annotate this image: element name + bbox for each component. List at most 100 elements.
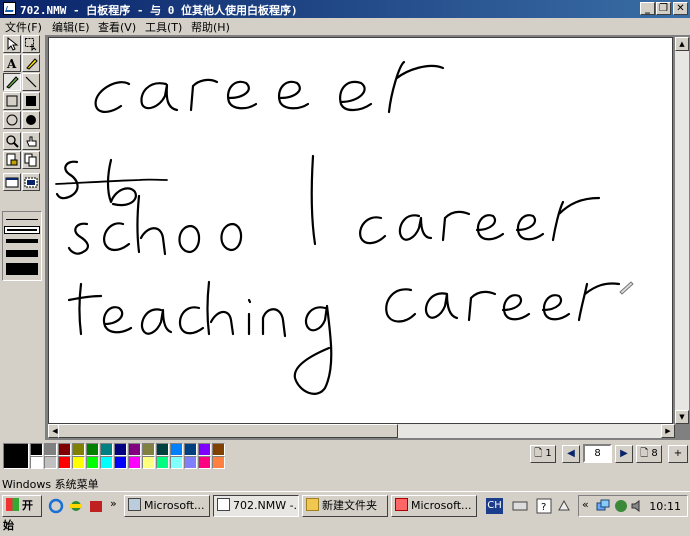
select-arrow-tool[interactable] [3, 35, 21, 53]
highlighter-tool[interactable] [22, 54, 40, 72]
security-icon[interactable] [613, 498, 629, 514]
menu-edit[interactable]: 编辑(E) [52, 19, 90, 35]
color-swatch[interactable] [198, 456, 211, 469]
color-swatch[interactable] [100, 443, 113, 456]
line-tool[interactable] [22, 73, 40, 91]
color-swatch[interactable] [142, 443, 155, 456]
insert-page-label: + [673, 448, 683, 459]
color-swatch[interactable] [44, 443, 57, 456]
line-width-thick[interactable] [6, 250, 38, 257]
vertical-scrollbar[interactable]: ▲ ▼ [675, 37, 689, 424]
taskbar-button-whiteboard[interactable]: 702.NMW -... [213, 495, 299, 517]
network-icon[interactable] [595, 498, 611, 514]
ellipse-filled-tool[interactable] [22, 111, 40, 129]
color-swatch[interactable] [86, 443, 99, 456]
color-swatch[interactable] [184, 443, 197, 456]
ellipse-outline-tool[interactable] [3, 111, 21, 129]
color-swatch[interactable] [114, 456, 127, 469]
taskbar-button-microsoft-1[interactable]: Microsoft... [124, 495, 210, 517]
color-swatch[interactable] [128, 456, 141, 469]
remote-pointer-tool[interactable] [22, 132, 40, 150]
menu-help[interactable]: 帮助(H) [191, 19, 230, 35]
scroll-up-button[interactable]: ▲ [675, 37, 689, 51]
restore-button[interactable]: ❐ [656, 2, 671, 15]
line-width-medium[interactable] [6, 239, 38, 243]
color-swatch[interactable] [86, 456, 99, 469]
select-area-tool[interactable] [22, 35, 40, 53]
lock-contents-tool[interactable] [3, 151, 21, 169]
svg-text:A: A [6, 57, 17, 70]
taskbar-button-microsoft-2[interactable]: Microsoft... [391, 495, 477, 517]
ime-indicator[interactable]: CH [486, 498, 503, 514]
color-swatch[interactable] [128, 443, 141, 456]
tray-expand-chevron-icon[interactable]: « [582, 498, 589, 511]
color-swatch[interactable] [114, 443, 127, 456]
color-swatch[interactable] [212, 456, 225, 469]
color-swatch[interactable] [30, 456, 43, 469]
netmeeting-icon[interactable] [68, 498, 84, 514]
horizontal-scroll-thumb[interactable] [58, 424, 398, 438]
volume-icon[interactable] [629, 498, 645, 514]
color-swatch[interactable] [72, 443, 85, 456]
color-swatch[interactable] [184, 456, 197, 469]
minimize-button[interactable]: _ [640, 2, 655, 15]
color-swatch[interactable] [212, 443, 225, 456]
menu-file[interactable]: 文件(F) [5, 19, 42, 35]
clock[interactable]: 10:11 [649, 500, 681, 513]
keyboard-icon[interactable] [512, 498, 528, 514]
menu-view[interactable]: 查看(V) [98, 19, 136, 35]
page-number-input[interactable]: 8 [583, 444, 612, 463]
color-swatch[interactable] [156, 456, 169, 469]
folder-icon [306, 498, 319, 511]
first-page-button[interactable]: 🗋 1 [530, 445, 556, 463]
title-bar[interactable]: 702.NMW - 白板程序 - 与 0 位其他人使用白板程序) _ ❐ ✕ [0, 0, 690, 18]
zoom-tool[interactable] [3, 132, 21, 150]
close-button[interactable]: ✕ [673, 2, 688, 15]
menu-tools[interactable]: 工具(T) [145, 19, 182, 35]
color-swatch[interactable] [58, 456, 71, 469]
color-swatch[interactable] [156, 443, 169, 456]
rect-outline-tool[interactable] [3, 92, 21, 110]
prev-page-button[interactable]: ◀ [562, 445, 580, 463]
color-swatch[interactable] [58, 443, 71, 456]
pen-tool[interactable] [3, 73, 21, 91]
line-width-heavy[interactable] [6, 263, 38, 275]
line-width-selector[interactable] [2, 211, 42, 281]
next-page-button[interactable]: ▶ [615, 445, 633, 463]
rect-filled-tool[interactable] [22, 92, 40, 110]
internet-explorer-icon[interactable] [48, 498, 64, 514]
help-icon[interactable]: ? [536, 498, 552, 514]
color-swatch[interactable] [44, 456, 57, 469]
sync-tool[interactable] [22, 151, 40, 169]
ime-settings-icon[interactable] [556, 498, 572, 514]
status-text: Windows 系统菜单 [2, 478, 99, 491]
start-button[interactable]: 开始 [2, 495, 42, 532]
last-page-button[interactable]: 🗋 8 [636, 445, 662, 463]
horizontal-scrollbar[interactable]: ◀ ▶ [48, 424, 675, 438]
line-width-thin[interactable] [6, 219, 38, 220]
scroll-right-button[interactable]: ▶ [661, 424, 675, 438]
arrow-icon [7, 37, 19, 51]
whiteboard-canvas[interactable] [48, 37, 673, 424]
menu-bar: 文件(F) 编辑(E) 查看(V) 工具(T) 帮助(H) [0, 18, 690, 35]
color-swatch[interactable] [142, 456, 155, 469]
next-arrow-icon: ▶ [620, 448, 628, 459]
color-swatch[interactable] [170, 443, 183, 456]
taskbar-button-new-folder[interactable]: 新建文件夹 [302, 495, 388, 517]
window-title: 702.NMW - 白板程序 - 与 0 位其他人使用白板程序) [20, 4, 298, 17]
select-area-capture-tool[interactable] [22, 173, 40, 191]
select-window-tool[interactable] [3, 173, 21, 191]
scroll-down-button[interactable]: ▼ [675, 410, 689, 424]
color-swatch[interactable] [72, 456, 85, 469]
color-swatch[interactable] [100, 456, 113, 469]
whiteboard-app-icon[interactable] [3, 2, 16, 15]
color-swatch[interactable] [198, 443, 211, 456]
text-tool[interactable]: A [3, 54, 21, 72]
package-icon[interactable] [88, 498, 104, 514]
page-icon: 🗋 [534, 448, 543, 459]
quicklaunch-more-chevron-icon[interactable]: » [110, 497, 117, 510]
color-swatch[interactable] [170, 456, 183, 469]
insert-page-button[interactable]: + [668, 445, 688, 463]
color-swatch[interactable] [30, 443, 43, 456]
page-icon: 🗋 [640, 448, 649, 459]
